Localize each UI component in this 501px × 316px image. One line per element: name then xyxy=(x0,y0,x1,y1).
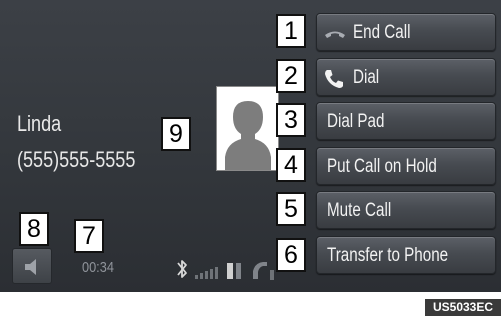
callout-4: 4 xyxy=(276,148,306,182)
callout-2: 2 xyxy=(276,59,306,93)
contact-silhouette-icon xyxy=(225,101,271,170)
end-call-button[interactable]: End Call xyxy=(316,13,496,51)
callout-9: 9 xyxy=(161,117,191,151)
dial-label: Dial xyxy=(353,67,380,88)
hold-call-label: Put Call on Hold xyxy=(327,156,437,177)
dial-button[interactable]: Dial xyxy=(316,58,496,96)
phone-call-screen: Linda (555)555-5555 End Call Dial Dial P… xyxy=(0,0,501,292)
callout-1: 1 xyxy=(276,14,306,48)
callout-8: 8 xyxy=(19,212,49,246)
mute-call-button[interactable]: Mute Call xyxy=(316,191,496,229)
callout-7: 7 xyxy=(74,219,104,253)
callout-3: 3 xyxy=(276,103,306,137)
dial-pad-button[interactable]: Dial Pad xyxy=(316,102,496,140)
caller-number: (555)555-5555 xyxy=(17,147,136,172)
figure-code: US5033EC xyxy=(425,299,501,316)
hold-call-button[interactable]: Put Call on Hold xyxy=(316,147,496,185)
callout-6: 6 xyxy=(276,238,306,272)
dial-pad-label: Dial Pad xyxy=(327,111,385,132)
signal-strength-icon xyxy=(195,267,218,279)
transfer-to-phone-label: Transfer to Phone xyxy=(327,245,449,266)
call-timer: 00:34 xyxy=(82,259,114,276)
mute-call-label: Mute Call xyxy=(327,200,392,221)
transfer-to-phone-button[interactable]: Transfer to Phone xyxy=(316,236,496,274)
end-call-label: End Call xyxy=(353,22,411,43)
battery-icon xyxy=(227,263,241,279)
status-icons xyxy=(175,254,285,289)
phone-icon xyxy=(323,68,345,95)
callout-5: 5 xyxy=(276,192,306,226)
contact-photo xyxy=(216,86,279,171)
bluetooth-icon xyxy=(177,260,187,278)
speaker-icon xyxy=(25,259,36,275)
phone-handset-icon xyxy=(253,262,274,280)
speaker-button[interactable] xyxy=(12,248,52,284)
hang-up-icon xyxy=(323,23,347,48)
caller-name: Linda xyxy=(17,111,62,136)
